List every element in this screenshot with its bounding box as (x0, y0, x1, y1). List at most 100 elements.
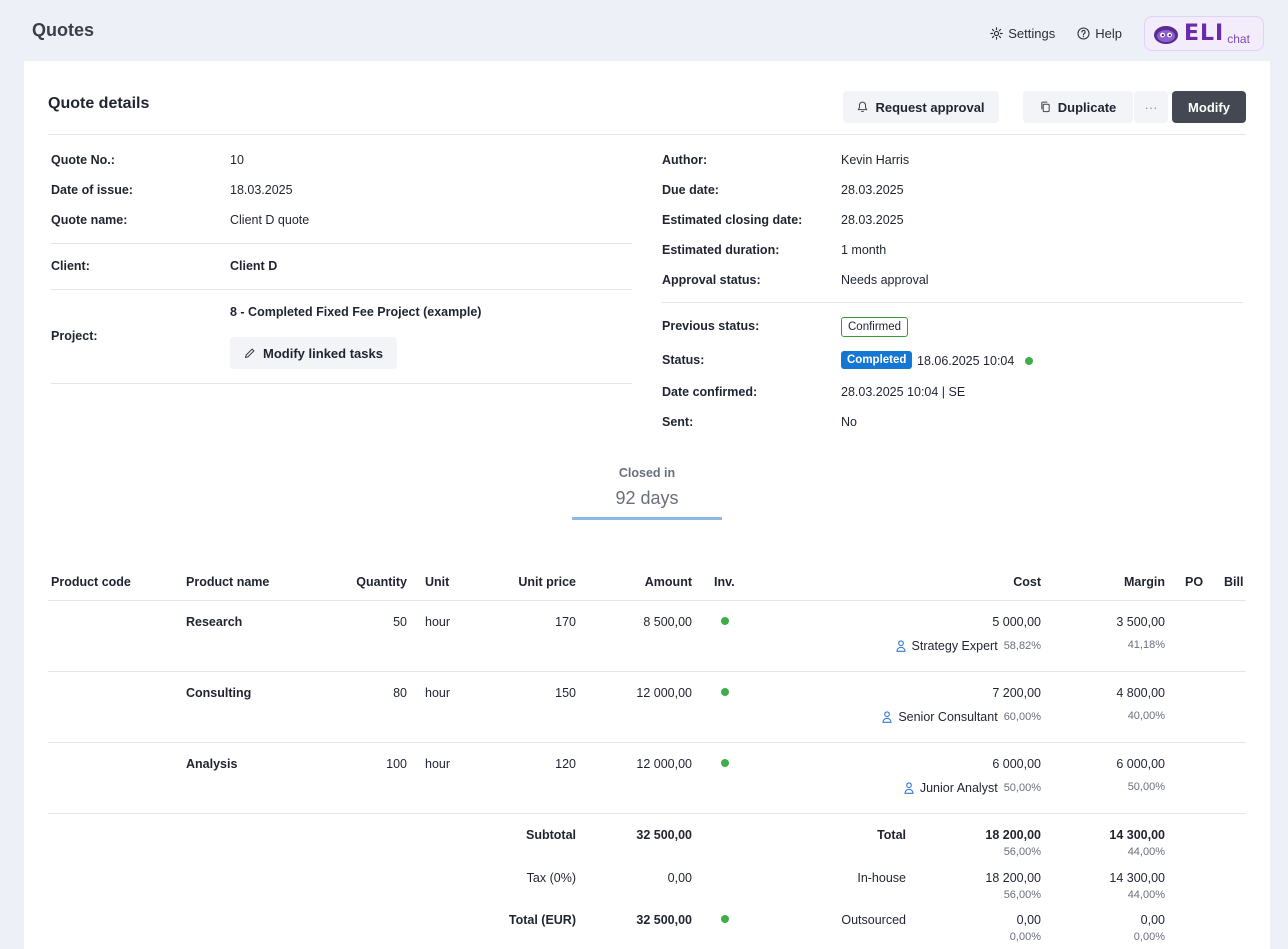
quote-no-value: 10 (230, 153, 244, 167)
outsourced-label: Outsourced (841, 913, 906, 927)
row-2-assignee-name: Senior Consultant (898, 710, 998, 724)
modify-linked-tasks-label: Modify linked tasks (263, 345, 383, 361)
status-time: 18.06.2025 10:04 (917, 354, 1015, 368)
approval-status-label: Approval status: (662, 273, 761, 287)
outsourced-cost-pct: 0,00% (1009, 931, 1041, 943)
th-cost: Cost (1013, 575, 1041, 589)
closed-in-label: Closed in (618, 466, 676, 480)
inhouse-margin: 14 300,00 (1109, 871, 1165, 885)
row-3-cost: 6 000,00 (992, 757, 1041, 771)
quote-no-label: Quote No.: (51, 153, 115, 167)
client-value[interactable]: Client D (230, 259, 277, 273)
previous-status-label: Previous status: (662, 319, 760, 333)
row-1-amount: 8 500,00 (643, 615, 692, 629)
row-3-margin: 6 000,00 (1116, 757, 1165, 771)
row-1-qty: 50 (393, 615, 407, 629)
modify-button[interactable]: Modify (1172, 91, 1246, 123)
eli-chat-button[interactable]: ELI chat (1144, 16, 1264, 51)
closed-in-value: 92 days (615, 488, 679, 508)
right-divider (662, 302, 1243, 303)
row-3-inv-dot (721, 759, 729, 767)
row-2-margin-pct: 40,00% (1127, 710, 1165, 722)
date-confirmed-label: Date confirmed: (662, 385, 758, 399)
est-closing-label: Estimated closing date: (662, 213, 803, 227)
inhouse-margin-pct: 44,00% (1127, 889, 1165, 901)
row-2-unit: hour (425, 686, 451, 700)
row-1-name: Research (186, 615, 243, 629)
row-2-cost: 7 200,00 (992, 686, 1041, 700)
row-1-assignee-name: Strategy Expert (911, 639, 998, 653)
client-label: Client: (51, 259, 90, 273)
request-approval-button[interactable]: Request approval (843, 91, 999, 123)
table-header-divider (48, 600, 1246, 601)
row-3-divider (48, 813, 1246, 814)
more-options-button[interactable]: ··· (1134, 91, 1168, 123)
eli-sub-label: chat (1227, 31, 1250, 46)
th-quantity: Quantity (356, 575, 407, 589)
subtotal-label: Subtotal (526, 828, 576, 842)
est-duration-value: 1 month (841, 243, 887, 257)
person-icon (895, 640, 906, 652)
row-3-name: Analysis (186, 757, 238, 771)
row-3-amount: 12 000,00 (636, 757, 692, 771)
eli-mascot-icon (1154, 25, 1178, 44)
approval-status-value: Needs approval (841, 273, 929, 287)
row-3-margin-pct: 50,00% (1127, 781, 1165, 793)
th-inv: Inv. (714, 575, 735, 589)
closed-in-bar (572, 517, 722, 520)
duplicate-label: Duplicate (1057, 99, 1117, 115)
th-po: PO (1185, 575, 1204, 589)
left-divider-2 (51, 289, 632, 290)
row-2-margin: 4 800,00 (1116, 686, 1165, 700)
total-eur-value: 32 500,00 (636, 913, 692, 927)
row-3-cost-pct: 50,00% (1003, 782, 1041, 794)
th-product-name: Product name (186, 575, 270, 589)
card-title: Quote details (48, 95, 150, 112)
row-3-qty: 100 (386, 757, 407, 771)
quote-details-card: Quote details Request approval Duplicate… (24, 61, 1270, 949)
row-2-name: Consulting (186, 686, 252, 700)
settings-label: Settings (1008, 26, 1056, 41)
row-2-amount: 12 000,00 (636, 686, 692, 700)
project-value[interactable]: 8 - Completed Fixed Fee Project (example… (230, 305, 481, 319)
row-1-assignee[interactable]: Strategy Expert 58,82% (895, 639, 1041, 653)
row-1-margin-pct: 41,18% (1127, 639, 1165, 651)
date-issue-label: Date of issue: (51, 183, 133, 197)
est-closing-value: 28.03.2025 (841, 213, 904, 227)
row-3-assignee[interactable]: Junior Analyst 50,00% (904, 781, 1041, 795)
top-actions: Settings Help ELI chat (990, 16, 1264, 51)
tax-label: Tax (0%) (526, 871, 576, 885)
th-margin: Margin (1124, 575, 1165, 589)
quote-name-value: Client D quote (230, 213, 310, 227)
duplicate-button[interactable]: Duplicate (1023, 91, 1133, 123)
total-margin-pct: 44,00% (1127, 846, 1165, 858)
sent-value: No (841, 415, 857, 429)
author-value: Kevin Harris (841, 153, 910, 167)
outsourced-margin-pct: 0,00% (1133, 931, 1165, 943)
modify-linked-tasks-button[interactable]: Modify linked tasks (230, 337, 397, 369)
row-3-assignee-name: Junior Analyst (919, 781, 998, 795)
row-2-divider (48, 742, 1246, 743)
settings-link[interactable]: Settings (990, 26, 1055, 41)
row-1-cost: 5 000,00 (992, 615, 1041, 629)
eli-logo: ELI (1184, 21, 1225, 46)
left-divider-3 (51, 383, 632, 384)
row-1-unit: hour (425, 615, 451, 629)
date-issue-value: 18.03.2025 (230, 183, 293, 197)
row-3-unit: hour (425, 757, 451, 771)
row-1-divider (48, 671, 1246, 672)
help-link[interactable]: Help (1077, 26, 1122, 41)
row-1-inv-dot (721, 617, 729, 625)
date-confirmed-value: 28.03.2025 10:04 | SE (841, 385, 966, 399)
th-bill: Bill (1224, 575, 1244, 589)
total-margin: 14 300,00 (1109, 828, 1165, 842)
row-1-margin: 3 500,00 (1116, 615, 1165, 629)
gear-icon (990, 27, 1004, 40)
tax-value: 0,00 (667, 871, 692, 885)
row-3-price: 120 (555, 757, 576, 771)
pencil-icon (244, 348, 255, 359)
total-cost-pct: 56,00% (1003, 846, 1041, 858)
row-2-assignee[interactable]: Senior Consultant 60,00% (882, 710, 1041, 724)
due-date-value: 28.03.2025 (841, 183, 904, 197)
row-2-qty: 80 (393, 686, 407, 700)
